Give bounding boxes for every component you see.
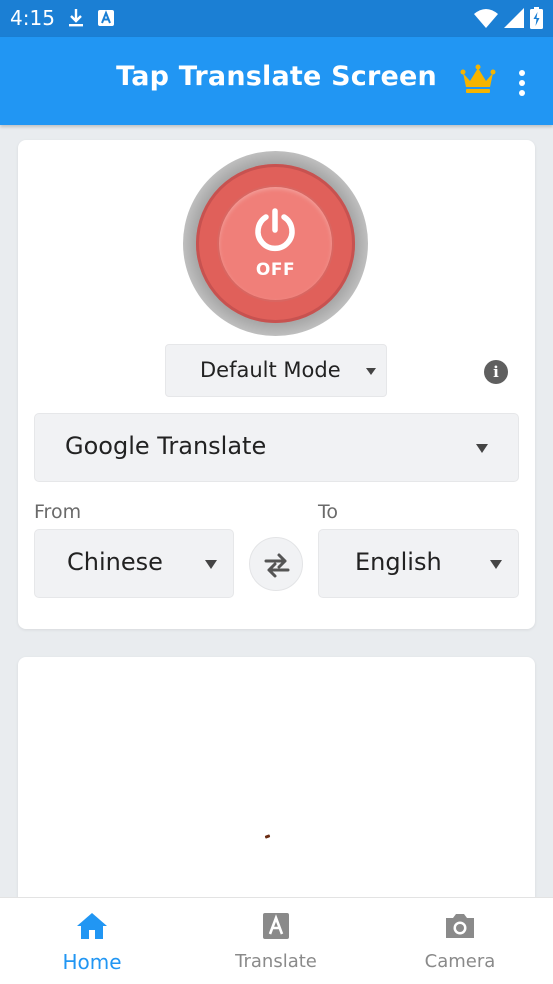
from-language-dropdown[interactable]: Chinese: [34, 529, 234, 598]
status-icons-left: [68, 8, 114, 32]
crown-icon[interactable]: [460, 63, 496, 99]
nav-label-home: Home: [62, 950, 122, 974]
swap-languages-button[interactable]: [249, 537, 303, 591]
engine-dropdown[interactable]: Google Translate: [34, 413, 519, 482]
text-a-icon: [98, 10, 114, 30]
mode-label: Default Mode: [200, 358, 341, 382]
to-language-value: English: [355, 548, 442, 576]
battery-charging-icon: [530, 7, 543, 33]
info-icon[interactable]: i: [484, 360, 508, 384]
controls-card: OFF Default Mode i Google Translate From…: [18, 140, 535, 629]
from-label: From: [34, 501, 82, 523]
status-icons-right: [474, 7, 543, 33]
power-button[interactable]: OFF: [183, 151, 368, 336]
status-time: 4:15: [10, 6, 55, 30]
bottom-navigation: Home Translate Camera: [0, 897, 553, 984]
loading-dot: [264, 834, 271, 839]
engine-label: Google Translate: [65, 432, 267, 460]
camera-icon: [400, 912, 520, 940]
power-state-label: OFF: [255, 260, 296, 280]
nav-item-camera[interactable]: Camera: [400, 898, 520, 984]
mode-dropdown[interactable]: Default Mode: [165, 344, 387, 397]
to-language-dropdown[interactable]: English: [318, 529, 519, 598]
nav-item-translate[interactable]: Translate: [216, 898, 336, 984]
nav-item-home[interactable]: Home: [32, 898, 152, 984]
dropdown-arrow-icon: [490, 560, 502, 569]
nav-label-translate: Translate: [235, 951, 317, 972]
translate-icon: [216, 912, 336, 940]
power-button-core: OFF: [219, 187, 332, 300]
to-label: To: [318, 501, 339, 523]
signal-icon: [504, 8, 524, 32]
power-icon: [255, 208, 295, 252]
status-bar: 4:15: [0, 0, 553, 37]
nav-label-camera: Camera: [424, 951, 496, 972]
dropdown-arrow-icon: [476, 444, 488, 453]
dropdown-arrow-icon: [205, 560, 217, 569]
wifi-icon: [474, 8, 498, 32]
from-language-value: Chinese: [67, 548, 163, 576]
more-vert-icon[interactable]: [519, 70, 525, 96]
content-card: [18, 657, 535, 917]
power-button-ring: OFF: [196, 164, 355, 323]
app-bar: Tap Translate Screen: [0, 37, 553, 125]
dropdown-arrow-icon: [366, 368, 376, 375]
home-icon: [32, 912, 152, 940]
download-icon: [68, 8, 84, 32]
swap-horizontal-icon: [264, 553, 290, 578]
